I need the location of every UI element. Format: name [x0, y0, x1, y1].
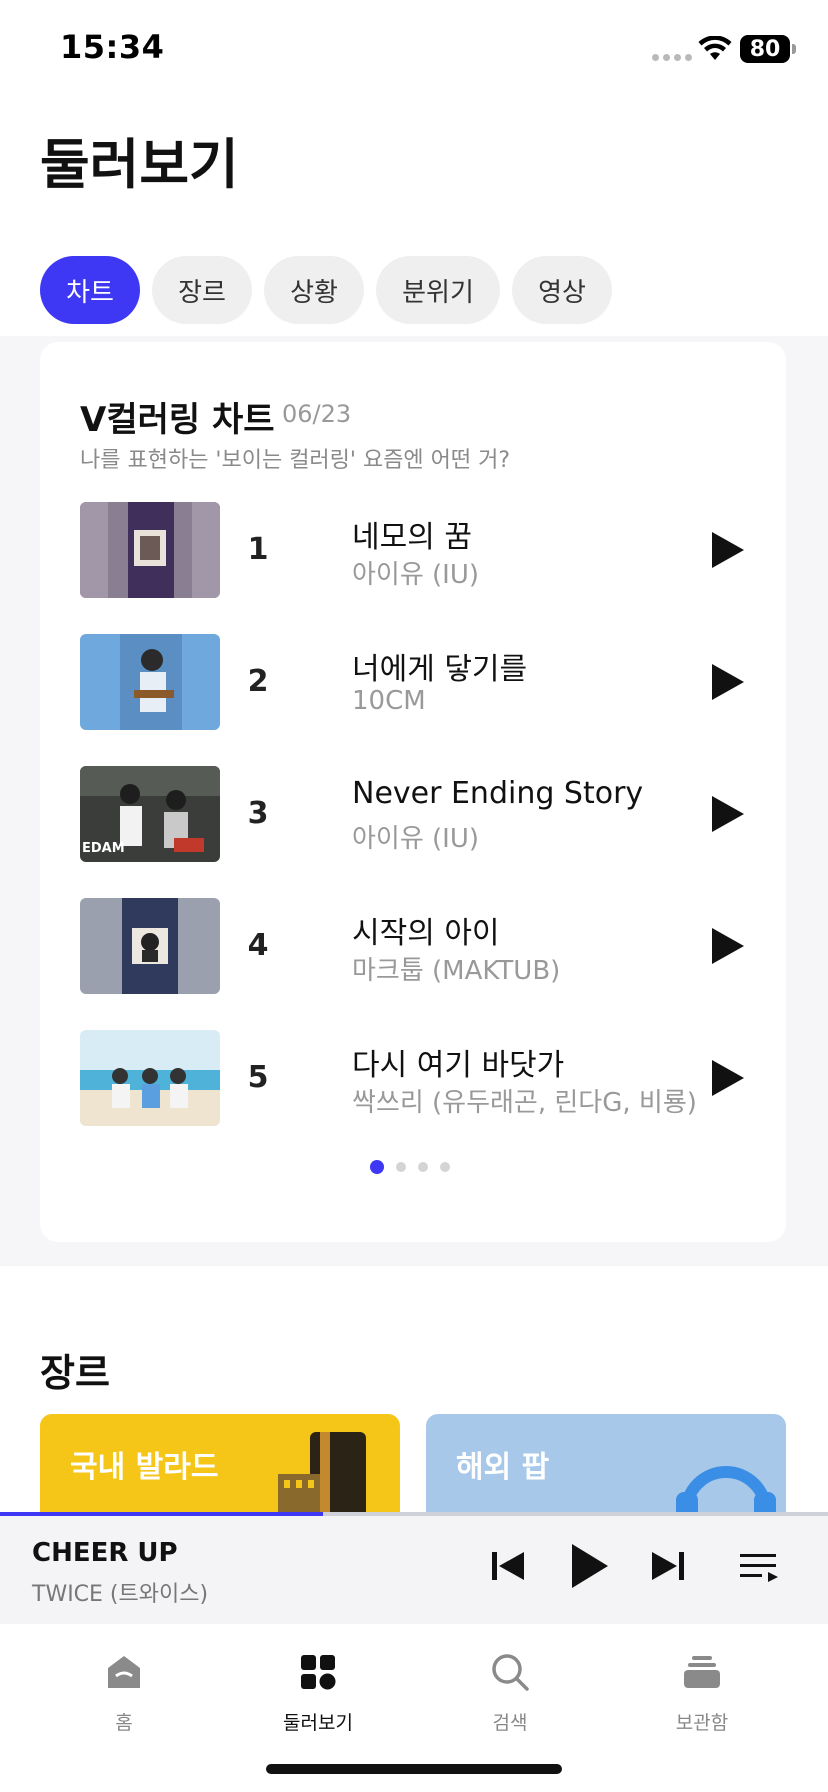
vcoloring-chart-card: V컬러링 차트 06/23 나를 표현하는 '보이는 컬러링' 요즘엔 어떤 거…: [40, 342, 786, 1242]
song-title[interactable]: 너에게 닿기를: [352, 644, 527, 688]
page-dot: [396, 1162, 406, 1172]
track-row[interactable]: 5 다시 여기 바닷가 싹쓰리 (유두래곤, 린다G, 비룡): [80, 1030, 760, 1162]
cellular-signal-icon: [652, 54, 692, 61]
mini-player[interactable]: CHEER UP TWICE (트와이스): [0, 1516, 828, 1624]
chip-mood[interactable]: 분위기: [376, 256, 500, 324]
tab-search[interactable]: 검색: [440, 1638, 580, 1738]
previous-track-icon[interactable]: [490, 1546, 526, 1586]
page-dot-active: [370, 1160, 384, 1174]
tab-browse[interactable]: 둘러보기: [248, 1638, 388, 1738]
track-row[interactable]: EDAM 3 Never Ending Story 아이유 (IU): [80, 766, 760, 898]
song-artist[interactable]: 아이유 (IU): [352, 554, 479, 591]
track-row[interactable]: 1 네모의 꿈 아이유 (IU): [80, 502, 760, 634]
search-icon: [492, 1654, 529, 1691]
chart-rank: 2: [247, 664, 269, 699]
genre-card-label: 국내 발라드: [70, 1450, 219, 1485]
category-chips: 차트 장르 상황 분위기 영상: [40, 256, 612, 324]
tab-library[interactable]: 보관함: [632, 1638, 772, 1738]
tab-label: 둘러보기: [283, 1712, 353, 1734]
now-playing-artist[interactable]: TWICE (트와이스): [32, 1576, 208, 1608]
song-title[interactable]: 네모의 꿈: [352, 512, 472, 556]
playlist-icon[interactable]: [738, 1546, 780, 1586]
battery-cap: [792, 44, 796, 54]
album-thumbnail[interactable]: [80, 1030, 220, 1126]
film-roll-icon: [278, 1432, 366, 1518]
headphones-icon: [676, 1466, 776, 1518]
tab-label: 검색: [492, 1712, 528, 1734]
chart-rank: 1: [247, 532, 269, 567]
track-row[interactable]: 4 시작의 아이 마크툽 (MAKTUB): [80, 898, 760, 1030]
chip-chart[interactable]: 차트: [40, 256, 140, 324]
page-dot: [418, 1162, 428, 1172]
home-indicator[interactable]: [266, 1764, 562, 1774]
battery-icon: 80: [740, 35, 790, 63]
play-icon[interactable]: [708, 924, 748, 968]
tab-label: 보관함: [675, 1712, 729, 1734]
chip-situation[interactable]: 상황: [264, 256, 364, 324]
song-title[interactable]: 다시 여기 바닷가: [352, 1040, 564, 1084]
chart-title[interactable]: V컬러링 차트: [80, 392, 275, 441]
status-time: 15:34: [60, 28, 165, 66]
play-icon[interactable]: [708, 1056, 748, 1100]
album-thumbnail[interactable]: EDAM: [80, 766, 220, 862]
album-thumbnail[interactable]: [80, 634, 220, 730]
wifi-icon: [698, 36, 732, 60]
chart-rank: 4: [247, 928, 269, 963]
play-icon[interactable]: [708, 792, 748, 836]
album-thumbnail[interactable]: [80, 898, 220, 994]
next-track-icon[interactable]: [650, 1546, 686, 1586]
page-title: 둘러보기: [40, 133, 239, 196]
library-icon: [684, 1656, 720, 1688]
genre-section-title: 장르: [40, 1351, 110, 1395]
song-artist[interactable]: 10CM: [352, 686, 426, 716]
now-playing-title[interactable]: CHEER UP: [32, 1538, 178, 1568]
page-indicator[interactable]: [370, 1160, 450, 1174]
song-title[interactable]: Never Ending Story: [352, 776, 643, 811]
tab-label: 홈: [115, 1712, 133, 1734]
svg-text:EDAM: EDAM: [82, 841, 125, 856]
chart-subtitle: 나를 표현하는 '보이는 컬러링' 요즘엔 어떤 거?: [80, 448, 511, 473]
chart-rank: 5: [247, 1060, 269, 1095]
genre-card-pop[interactable]: 해외 팝: [426, 1414, 786, 1518]
chart-date: 06/23: [282, 400, 352, 428]
album-thumbnail[interactable]: [80, 502, 220, 598]
song-title[interactable]: 시작의 아이: [352, 908, 500, 952]
track-row[interactable]: 2 너에게 닿기를 10CM: [80, 634, 760, 766]
song-artist[interactable]: 싹쓰리 (유두래곤, 린다G, 비룡): [352, 1082, 697, 1119]
tab-home[interactable]: 홈: [54, 1638, 194, 1738]
chip-genre[interactable]: 장르: [152, 256, 252, 324]
status-bar: 15:34 80: [0, 0, 828, 96]
genre-card-korean-ballad[interactable]: 국내 발라드: [40, 1414, 400, 1518]
track-list: 1 네모의 꿈 아이유 (IU) 2 너에게 닿기를 10CM EDAM 3 N…: [80, 502, 760, 1162]
browse-icon: [301, 1655, 336, 1690]
song-artist[interactable]: 아이유 (IU): [352, 818, 479, 855]
chip-video[interactable]: 영상: [512, 256, 612, 324]
chart-rank: 3: [247, 796, 269, 831]
home-icon: [108, 1656, 140, 1688]
song-artist[interactable]: 마크툽 (MAKTUB): [352, 950, 560, 987]
play-icon[interactable]: [708, 660, 748, 704]
play-icon[interactable]: [568, 1540, 612, 1592]
page-dot: [440, 1162, 450, 1172]
play-icon[interactable]: [708, 528, 748, 572]
genre-card-label: 해외 팝: [456, 1450, 550, 1485]
